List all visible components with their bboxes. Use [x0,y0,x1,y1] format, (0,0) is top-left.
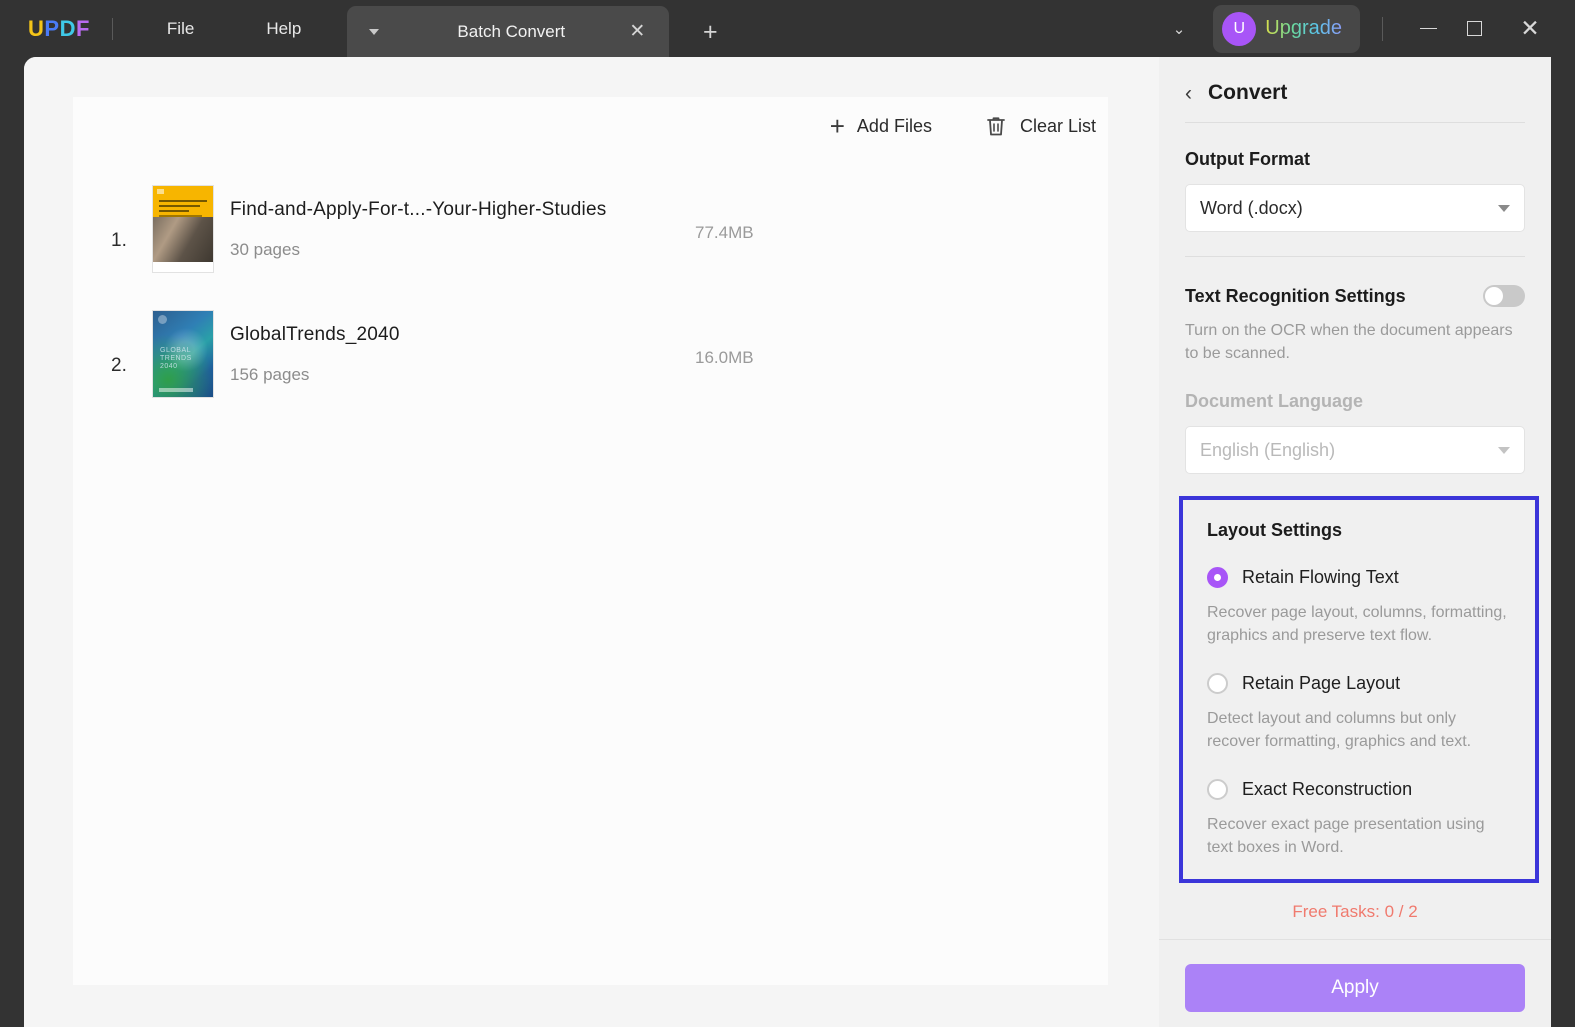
maximize-icon [1466,21,1482,36]
ocr-toggle[interactable] [1483,285,1525,307]
updf-logo: U P D F [28,16,90,42]
clear-list-button[interactable]: Clear List [984,114,1096,139]
upgrade-label: Upgrade [1265,17,1342,39]
plus-icon: + [829,111,845,141]
file-list-toolbar: + Add Files Clear List [830,113,1108,139]
file-name: Find-and-Apply-For-t...-Your-Higher-Stud… [230,199,607,220]
radio-exact-reconstruction[interactable]: Exact Reconstruction [1207,779,1511,800]
close-window-button[interactable]: ✕ [1507,9,1553,49]
panel-header-divider [1185,122,1525,123]
radio-description: Recover page layout, columns, formatting… [1207,604,1507,644]
radio-icon [1207,779,1228,800]
text-recognition-label: Text Recognition Settings [1185,285,1406,306]
logo-letter-d: D [59,15,76,41]
file-list-card: + Add Files Clear List 1. Find-and-Apply… [73,97,1108,985]
file-list-item[interactable]: 2. GLOBAL TRENDS 2040 GlobalTrends_2040 … [73,310,1108,422]
radio-label: Retain Page Layout [1242,673,1401,693]
maximize-button[interactable] [1451,9,1497,49]
thumbnail-footer [159,388,193,392]
convert-panel: ‹ Convert Output Format Word (.docx) Tex… [1159,57,1551,1027]
radio-label: Retain Flowing Text [1242,567,1399,587]
radio-label: Exact Reconstruction [1242,779,1413,799]
ocr-hint-text: Turn on the OCR when the document appear… [1185,322,1513,362]
close-icon[interactable]: ✕ [627,21,647,42]
tab-strip: Batch Convert ✕ + [347,0,723,57]
workspace: + Add Files Clear List 1. Find-and-Apply… [24,57,1551,1027]
free-tasks-status: Free Tasks: 0 / 2 [1292,902,1418,921]
logo-letter-u: U [28,15,45,41]
panel-footer-divider [1159,939,1551,940]
logo-divider [111,17,113,40]
radio-description: Detect layout and columns but only recov… [1207,710,1472,750]
panel-header: ‹ Convert [1159,57,1551,105]
thumbnail-footer [153,262,213,272]
minimize-button[interactable] [1405,9,1451,49]
title-bar: U P D F File Help Batch Convert ✕ + ⌄ U … [0,0,1575,57]
file-thumbnail: GLOBAL TRENDS 2040 [152,310,214,398]
radio-icon [1207,673,1228,694]
file-index: 1. [111,230,127,251]
chevron-down-icon[interactable]: ⌄ [1157,12,1202,46]
toggle-knob [1485,287,1503,305]
radio-description: Recover exact page presentation using te… [1207,816,1485,856]
chevron-down-icon[interactable] [369,28,380,35]
avatar: U [1222,11,1257,46]
file-pages: 30 pages [230,240,300,259]
minimize-icon [1419,27,1437,30]
new-tab-button[interactable]: + [697,18,723,47]
thumbnail-badge [158,315,167,324]
chevron-down-icon [1498,446,1510,454]
file-name: GlobalTrends_2040 [230,324,400,345]
trash-icon [984,114,1008,139]
output-format-label: Output Format [1185,149,1310,169]
document-language-select[interactable]: English (English) [1185,426,1525,474]
file-thumbnail [152,185,214,273]
radio-retain-flowing-text[interactable]: Retain Flowing Text [1207,567,1511,588]
file-pages: 156 pages [230,365,310,384]
main-pane: + Add Files Clear List 1. Find-and-Apply… [24,57,1159,1027]
clear-list-label: Clear List [1019,115,1096,136]
file-size: 77.4MB [695,223,754,242]
layout-settings-title: Layout Settings [1207,520,1343,540]
back-chevron-icon[interactable]: ‹ [1185,83,1192,104]
output-format-divider [1185,256,1525,257]
output-format-value: Word (.docx) [1200,197,1303,218]
apply-button[interactable]: Apply [1185,964,1525,1012]
menu-file[interactable]: File [149,13,212,45]
radio-retain-page-layout[interactable]: Retain Page Layout [1207,673,1511,694]
upgrade-button[interactable]: U Upgrade [1213,4,1360,53]
document-language-value: English (English) [1200,439,1336,460]
radio-icon-selected [1207,567,1228,588]
thumbnail-title: GLOBAL TRENDS 2040 [160,347,192,370]
logo-letter-p: P [44,15,60,41]
layout-settings-box: Layout Settings Retain Flowing Text Reco… [1179,496,1539,883]
add-files-label: Add Files [856,115,932,136]
text-recognition-header: Text Recognition Settings [1185,285,1525,307]
tab-title: Batch Convert [457,21,566,41]
output-format-select[interactable]: Word (.docx) [1185,184,1525,232]
menu-help[interactable]: Help [248,13,319,45]
chevron-down-icon [1498,204,1510,212]
titlebar-divider [1382,16,1383,41]
document-language-label: Document Language [1185,391,1364,411]
close-icon: ✕ [1520,15,1540,41]
add-files-button[interactable]: + Add Files [830,113,932,139]
titlebar-right-group: ⌄ U Upgrade ✕ [1157,4,1575,53]
file-size: 16.0MB [695,348,754,367]
file-list-item[interactable]: 1. Find-and-Apply-For-t...-Your-Higher-S… [73,185,1108,297]
thumbnail-photo [153,217,213,262]
logo-letter-f: F [75,15,90,41]
tab-batch-convert[interactable]: Batch Convert ✕ [347,6,670,57]
page-title: Convert [1208,81,1288,104]
file-index: 2. [111,355,127,376]
